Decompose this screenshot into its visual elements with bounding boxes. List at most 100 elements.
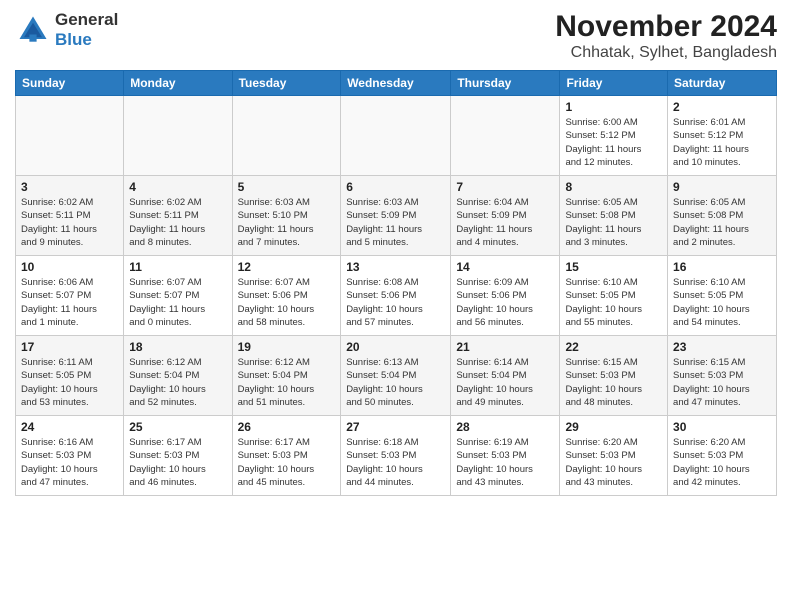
day-info: Sunrise: 6:12 AM Sunset: 5:04 PM Dayligh…: [238, 356, 336, 409]
day-info: Sunrise: 6:02 AM Sunset: 5:11 PM Dayligh…: [21, 196, 118, 249]
col-tuesday: Tuesday: [232, 71, 341, 96]
day-info: Sunrise: 6:05 AM Sunset: 5:08 PM Dayligh…: [673, 196, 771, 249]
table-row: [451, 96, 560, 176]
table-row: 24 Sunrise: 6:16 AM Sunset: 5:03 PM Dayli…: [16, 416, 124, 496]
table-row: 7 Sunrise: 6:04 AM Sunset: 5:09 PM Daylig…: [451, 176, 560, 256]
calendar-table: Sunday Monday Tuesday Wednesday Thursday…: [15, 70, 777, 496]
day-number: 11: [129, 260, 226, 274]
table-row: 2 Sunrise: 6:01 AM Sunset: 5:12 PM Daylig…: [668, 96, 777, 176]
day-info: Sunrise: 6:01 AM Sunset: 5:12 PM Dayligh…: [673, 116, 771, 169]
day-number: 13: [346, 260, 445, 274]
day-info: Sunrise: 6:10 AM Sunset: 5:05 PM Dayligh…: [565, 276, 662, 329]
day-info: Sunrise: 6:16 AM Sunset: 5:03 PM Dayligh…: [21, 436, 118, 489]
table-row: [341, 96, 451, 176]
day-number: 15: [565, 260, 662, 274]
day-number: 1: [565, 100, 662, 114]
table-row: 23 Sunrise: 6:15 AM Sunset: 5:03 PM Dayli…: [668, 336, 777, 416]
col-sunday: Sunday: [16, 71, 124, 96]
day-info: Sunrise: 6:15 AM Sunset: 5:03 PM Dayligh…: [673, 356, 771, 409]
table-row: [232, 96, 341, 176]
day-number: 30: [673, 420, 771, 434]
table-row: 27Sunrise: 6:18 AM Sunset: 5:03 PM Dayli…: [341, 416, 451, 496]
table-row: 16 Sunrise: 6:10 AM Sunset: 5:05 PM Dayli…: [668, 256, 777, 336]
table-row: [124, 96, 232, 176]
table-row: 13 Sunrise: 6:08 AM Sunset: 5:06 PM Dayli…: [341, 256, 451, 336]
col-thursday: Thursday: [451, 71, 560, 96]
day-number: 19: [238, 340, 336, 354]
day-number: 18: [129, 340, 226, 354]
day-info: Sunrise: 6:11 AM Sunset: 5:05 PM Dayligh…: [21, 356, 118, 409]
table-row: 28 Sunrise: 6:19 AM Sunset: 5:03 PM Dayli…: [451, 416, 560, 496]
col-monday: Monday: [124, 71, 232, 96]
day-number: 20: [346, 340, 445, 354]
day-info: Sunrise: 6:03 AM Sunset: 5:09 PM Dayligh…: [346, 196, 445, 249]
week-row-5: 24 Sunrise: 6:16 AM Sunset: 5:03 PM Dayli…: [16, 416, 777, 496]
day-number: 16: [673, 260, 771, 274]
week-row-3: 10 Sunrise: 6:06 AM Sunset: 5:07 PM Dayli…: [16, 256, 777, 336]
day-number: 22: [565, 340, 662, 354]
day-info: Sunrise: 6:13 AM Sunset: 5:04 PM Dayligh…: [346, 356, 445, 409]
col-friday: Friday: [560, 71, 668, 96]
day-info: Sunrise: 6:04 AM Sunset: 5:09 PM Dayligh…: [456, 196, 554, 249]
day-info: Sunrise: 6:05 AM Sunset: 5:08 PM Dayligh…: [565, 196, 662, 249]
table-row: 4 Sunrise: 6:02 AM Sunset: 5:11 PM Daylig…: [124, 176, 232, 256]
day-number: 28: [456, 420, 554, 434]
page: General Blue November 2024 Chhatak, Sylh…: [0, 0, 792, 612]
day-info: Sunrise: 6:03 AM Sunset: 5:10 PM Dayligh…: [238, 196, 336, 249]
table-row: 15 Sunrise: 6:10 AM Sunset: 5:05 PM Dayli…: [560, 256, 668, 336]
col-saturday: Saturday: [668, 71, 777, 96]
week-row-4: 17Sunrise: 6:11 AM Sunset: 5:05 PM Dayli…: [16, 336, 777, 416]
table-row: 9Sunrise: 6:05 AM Sunset: 5:08 PM Daylig…: [668, 176, 777, 256]
table-row: 30 Sunrise: 6:20 AM Sunset: 5:03 PM Dayli…: [668, 416, 777, 496]
day-number: 29: [565, 420, 662, 434]
day-number: 7: [456, 180, 554, 194]
day-number: 23: [673, 340, 771, 354]
day-info: Sunrise: 6:20 AM Sunset: 5:03 PM Dayligh…: [565, 436, 662, 489]
title-block: November 2024 Chhatak, Sylhet, Banglades…: [555, 10, 777, 62]
header-row: Sunday Monday Tuesday Wednesday Thursday…: [16, 71, 777, 96]
day-info: Sunrise: 6:08 AM Sunset: 5:06 PM Dayligh…: [346, 276, 445, 329]
logo-text: General Blue: [55, 10, 118, 50]
day-info: Sunrise: 6:17 AM Sunset: 5:03 PM Dayligh…: [129, 436, 226, 489]
header: General Blue November 2024 Chhatak, Sylh…: [15, 10, 777, 62]
logo: General Blue: [15, 10, 118, 50]
day-number: 21: [456, 340, 554, 354]
col-wednesday: Wednesday: [341, 71, 451, 96]
table-row: 10 Sunrise: 6:06 AM Sunset: 5:07 PM Dayli…: [16, 256, 124, 336]
day-number: 4: [129, 180, 226, 194]
day-number: 6: [346, 180, 445, 194]
day-number: 26: [238, 420, 336, 434]
day-number: 2: [673, 100, 771, 114]
calendar-subtitle: Chhatak, Sylhet, Bangladesh: [555, 44, 777, 62]
day-info: Sunrise: 6:12 AM Sunset: 5:04 PM Dayligh…: [129, 356, 226, 409]
calendar-title: November 2024: [555, 10, 777, 44]
day-info: Sunrise: 6:20 AM Sunset: 5:03 PM Dayligh…: [673, 436, 771, 489]
table-row: 5 Sunrise: 6:03 AM Sunset: 5:10 PM Daylig…: [232, 176, 341, 256]
table-row: 17Sunrise: 6:11 AM Sunset: 5:05 PM Dayli…: [16, 336, 124, 416]
table-row: 22 Sunrise: 6:15 AM Sunset: 5:03 PM Dayli…: [560, 336, 668, 416]
table-row: 12Sunrise: 6:07 AM Sunset: 5:06 PM Dayli…: [232, 256, 341, 336]
table-row: 1 Sunrise: 6:00 AM Sunset: 5:12 PM Daylig…: [560, 96, 668, 176]
table-row: 29 Sunrise: 6:20 AM Sunset: 5:03 PM Dayli…: [560, 416, 668, 496]
day-info: Sunrise: 6:06 AM Sunset: 5:07 PM Dayligh…: [21, 276, 118, 329]
day-info: Sunrise: 6:07 AM Sunset: 5:07 PM Dayligh…: [129, 276, 226, 329]
day-info: Sunrise: 6:19 AM Sunset: 5:03 PM Dayligh…: [456, 436, 554, 489]
day-number: 27: [346, 420, 445, 434]
day-number: 5: [238, 180, 336, 194]
day-info: Sunrise: 6:02 AM Sunset: 5:11 PM Dayligh…: [129, 196, 226, 249]
table-row: 3 Sunrise: 6:02 AM Sunset: 5:11 PM Daylig…: [16, 176, 124, 256]
day-number: 10: [21, 260, 118, 274]
day-number: 24: [21, 420, 118, 434]
day-number: 25: [129, 420, 226, 434]
day-info: Sunrise: 6:15 AM Sunset: 5:03 PM Dayligh…: [565, 356, 662, 409]
week-row-1: 1 Sunrise: 6:00 AM Sunset: 5:12 PM Daylig…: [16, 96, 777, 176]
table-row: 25 Sunrise: 6:17 AM Sunset: 5:03 PM Dayli…: [124, 416, 232, 496]
logo-icon: [15, 12, 51, 48]
day-number: 3: [21, 180, 118, 194]
table-row: 26 Sunrise: 6:17 AM Sunset: 5:03 PM Dayli…: [232, 416, 341, 496]
day-info: Sunrise: 6:00 AM Sunset: 5:12 PM Dayligh…: [565, 116, 662, 169]
day-info: Sunrise: 6:17 AM Sunset: 5:03 PM Dayligh…: [238, 436, 336, 489]
day-info: Sunrise: 6:09 AM Sunset: 5:06 PM Dayligh…: [456, 276, 554, 329]
day-info: Sunrise: 6:10 AM Sunset: 5:05 PM Dayligh…: [673, 276, 771, 329]
table-row: [16, 96, 124, 176]
